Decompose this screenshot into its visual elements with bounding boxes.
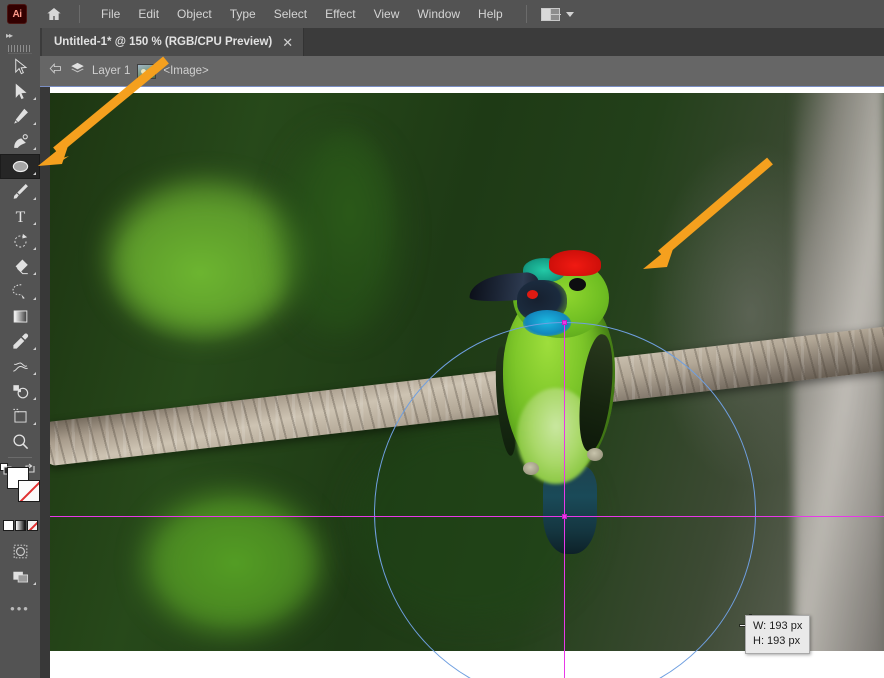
screen-mode-button[interactable]	[0, 564, 40, 589]
menu-item-effect[interactable]: Effect	[316, 3, 364, 25]
svg-text:T: T	[15, 209, 25, 226]
measurement-width: W: 193 px	[753, 620, 803, 632]
menu-item-list: File Edit Object Type Select Effect View…	[92, 3, 512, 25]
document-tab-bar: Untitled-1* @ 150 % (RGB/CPU Preview) ✕	[40, 28, 884, 56]
layers-icon[interactable]	[70, 61, 85, 81]
menu-divider-right	[525, 5, 527, 23]
menu-item-file[interactable]: File	[92, 3, 129, 25]
artboard-top-edge	[40, 86, 884, 87]
drag-grip-icon[interactable]	[8, 42, 32, 54]
measurement-tooltip: W: 193 px H: 193 px	[745, 615, 811, 654]
menu-divider	[79, 5, 80, 23]
arrange-documents-icon[interactable]	[540, 7, 561, 21]
rotate-tool[interactable]	[0, 229, 40, 254]
shape-builder-tool[interactable]	[0, 379, 40, 404]
menu-item-type[interactable]: Type	[221, 3, 265, 25]
menu-item-window[interactable]: Window	[408, 3, 469, 25]
gradient-color-mode-button[interactable]	[14, 520, 26, 531]
image-thumbnail-icon	[137, 63, 157, 79]
none-color-mode-button[interactable]	[26, 520, 38, 531]
artboard-tool[interactable]	[0, 404, 40, 429]
document-tab[interactable]: Untitled-1* @ 150 % (RGB/CPU Preview) ✕	[42, 28, 305, 56]
menu-item-select[interactable]: Select	[265, 3, 316, 25]
canvas-left-gutter	[40, 86, 50, 678]
gradient-tool[interactable]	[0, 304, 40, 329]
breadcrumb-layer-name[interactable]: Layer 1	[92, 65, 130, 77]
blend-tool[interactable]	[0, 354, 40, 379]
ellipse-tool[interactable]	[0, 154, 40, 179]
menu-item-view[interactable]: View	[365, 3, 409, 25]
home-icon[interactable]	[43, 3, 65, 25]
smart-guide-vertical	[564, 322, 565, 678]
top-anchor-point[interactable]	[562, 320, 567, 325]
more-tools-button[interactable]: •••	[0, 601, 40, 616]
illustrator-window: Ai File Edit Object Type Select Effect V…	[0, 0, 884, 678]
curvature-tool[interactable]	[0, 129, 40, 154]
paintbrush-tool[interactable]	[0, 179, 40, 204]
document-tab-title: Untitled-1* @ 150 % (RGB/CPU Preview)	[54, 36, 273, 48]
arrange-documents-group[interactable]	[540, 7, 574, 21]
eraser-tool[interactable]	[0, 254, 40, 279]
bird-subject	[465, 238, 665, 558]
stroke-color-swatch[interactable]	[18, 480, 40, 502]
placed-image-artwork[interactable]	[50, 93, 884, 651]
selection-tool[interactable]	[0, 54, 40, 79]
double-chevron-right-icon[interactable]: ▸▸	[0, 28, 40, 42]
flat-color-mode-button[interactable]	[2, 520, 14, 531]
pen-tool[interactable]	[0, 104, 40, 129]
center-anchor-point[interactable]	[562, 514, 567, 519]
breadcrumb: Layer 1 <Image>	[40, 56, 884, 86]
breadcrumb-selection-name[interactable]: <Image>	[163, 65, 208, 77]
tools-panel: ▸▸ T •••	[0, 28, 40, 678]
menu-item-edit[interactable]: Edit	[129, 3, 168, 25]
eyedropper-tool[interactable]	[0, 329, 40, 354]
menu-item-object[interactable]: Object	[168, 3, 221, 25]
app-logo-icon[interactable]: Ai	[7, 4, 27, 24]
toolbar-divider	[8, 457, 32, 458]
fill-stroke-controls	[0, 462, 40, 518]
drawing-mode-button[interactable]	[0, 539, 40, 564]
close-icon[interactable]: ✕	[282, 36, 293, 49]
measurement-height: H: 193 px	[753, 635, 801, 647]
menu-bar: Ai File Edit Object Type Select Effect V…	[0, 0, 884, 28]
canvas-area[interactable]: W: 193 px H: 193 px	[40, 86, 884, 678]
back-arrow-icon[interactable]	[48, 61, 63, 81]
menu-item-help[interactable]: Help	[469, 3, 512, 25]
smart-guide-horizontal	[50, 516, 884, 517]
direct-selection-tool[interactable]	[0, 79, 40, 104]
type-tool[interactable]: T	[0, 204, 40, 229]
shaper-tool[interactable]	[0, 279, 40, 304]
zoom-tool[interactable]	[0, 429, 40, 454]
chevron-down-icon[interactable]	[565, 11, 574, 17]
color-mode-row	[0, 520, 40, 531]
